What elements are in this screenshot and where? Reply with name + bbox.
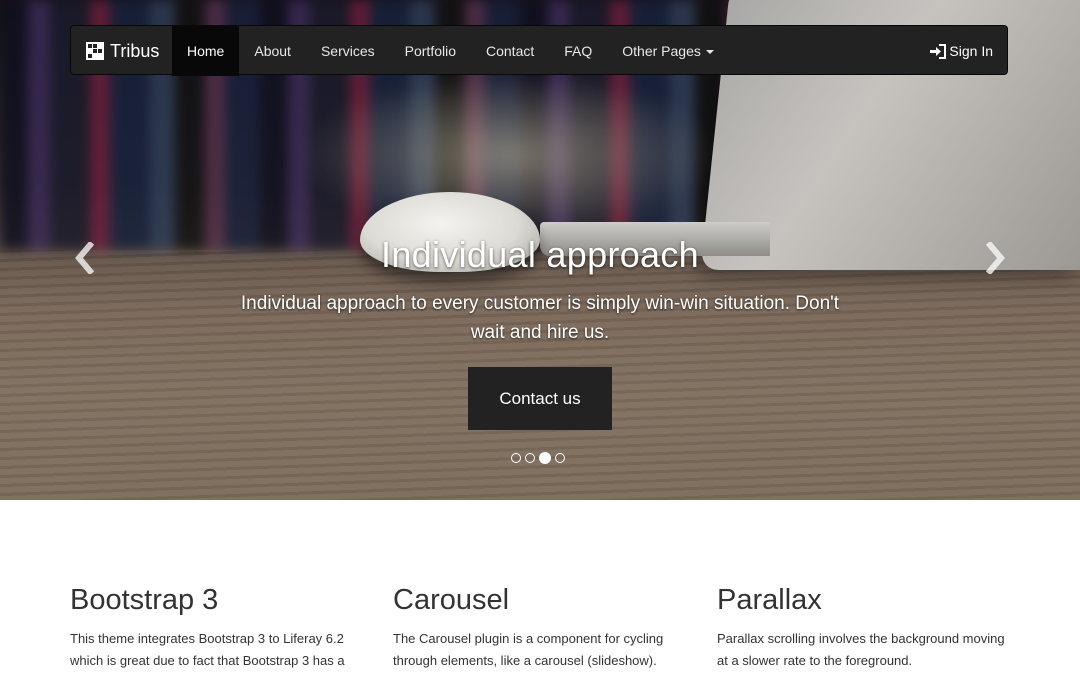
nav-item-faq[interactable]: FAQ bbox=[549, 26, 607, 76]
nav-item-home[interactable]: Home bbox=[172, 26, 240, 76]
navbar: Tribus Home About Services Portfolio Con… bbox=[70, 25, 1008, 76]
brand-name: Tribus bbox=[110, 40, 160, 61]
carousel-indicator-2[interactable] bbox=[525, 453, 535, 463]
grid-logo-icon bbox=[86, 42, 104, 60]
chevron-right-icon bbox=[986, 242, 1005, 274]
carousel-indicator-1[interactable] bbox=[511, 453, 521, 463]
nav-item-other-pages-label: Other Pages bbox=[622, 43, 701, 59]
feature-title: Bootstrap 3 bbox=[70, 584, 219, 616]
nav-item-portfolio[interactable]: Portfolio bbox=[390, 26, 471, 76]
caret-down-icon bbox=[705, 50, 714, 55]
nav-menu: Home About Services Portfolio Contact FA… bbox=[172, 26, 729, 76]
sign-in-icon bbox=[930, 43, 947, 59]
feature-title: Parallax bbox=[717, 584, 822, 616]
feature-parallax: Parallax Parallax scrolling involves the… bbox=[717, 582, 1017, 672]
brand-link[interactable]: Tribus bbox=[86, 26, 159, 76]
carousel-indicators bbox=[511, 452, 569, 464]
nav-item-services[interactable]: Services bbox=[306, 26, 390, 76]
feature-title: Carousel bbox=[393, 584, 510, 616]
nav-item-other-pages[interactable]: Other Pages bbox=[607, 26, 729, 76]
contact-us-button[interactable]: Contact us bbox=[468, 367, 612, 430]
carousel-next-control[interactable] bbox=[978, 238, 1014, 278]
slide-text: Individual approach to every customer is… bbox=[240, 293, 840, 343]
feature-carousel: Carousel The Carousel plugin is a compon… bbox=[393, 582, 693, 672]
slide-title: Individual approach bbox=[381, 234, 699, 275]
feature-text: This theme integrates Bootstrap 3 to Lif… bbox=[70, 631, 345, 668]
nav-item-about[interactable]: About bbox=[239, 26, 306, 76]
feature-text: Parallax scrolling involves the backgrou… bbox=[717, 631, 1005, 668]
feature-text: The Carousel plugin is a component for c… bbox=[393, 631, 664, 668]
sign-in-link[interactable]: Sign In bbox=[930, 26, 993, 76]
carousel-indicator-4[interactable] bbox=[555, 453, 565, 463]
sign-in-label: Sign In bbox=[949, 43, 993, 59]
chevron-left-icon bbox=[75, 242, 94, 274]
nav-item-contact[interactable]: Contact bbox=[471, 26, 549, 76]
carousel-indicator-3[interactable] bbox=[539, 452, 551, 464]
feature-bootstrap: Bootstrap 3 This theme integrates Bootst… bbox=[70, 582, 370, 672]
carousel-prev-control[interactable] bbox=[66, 238, 102, 278]
